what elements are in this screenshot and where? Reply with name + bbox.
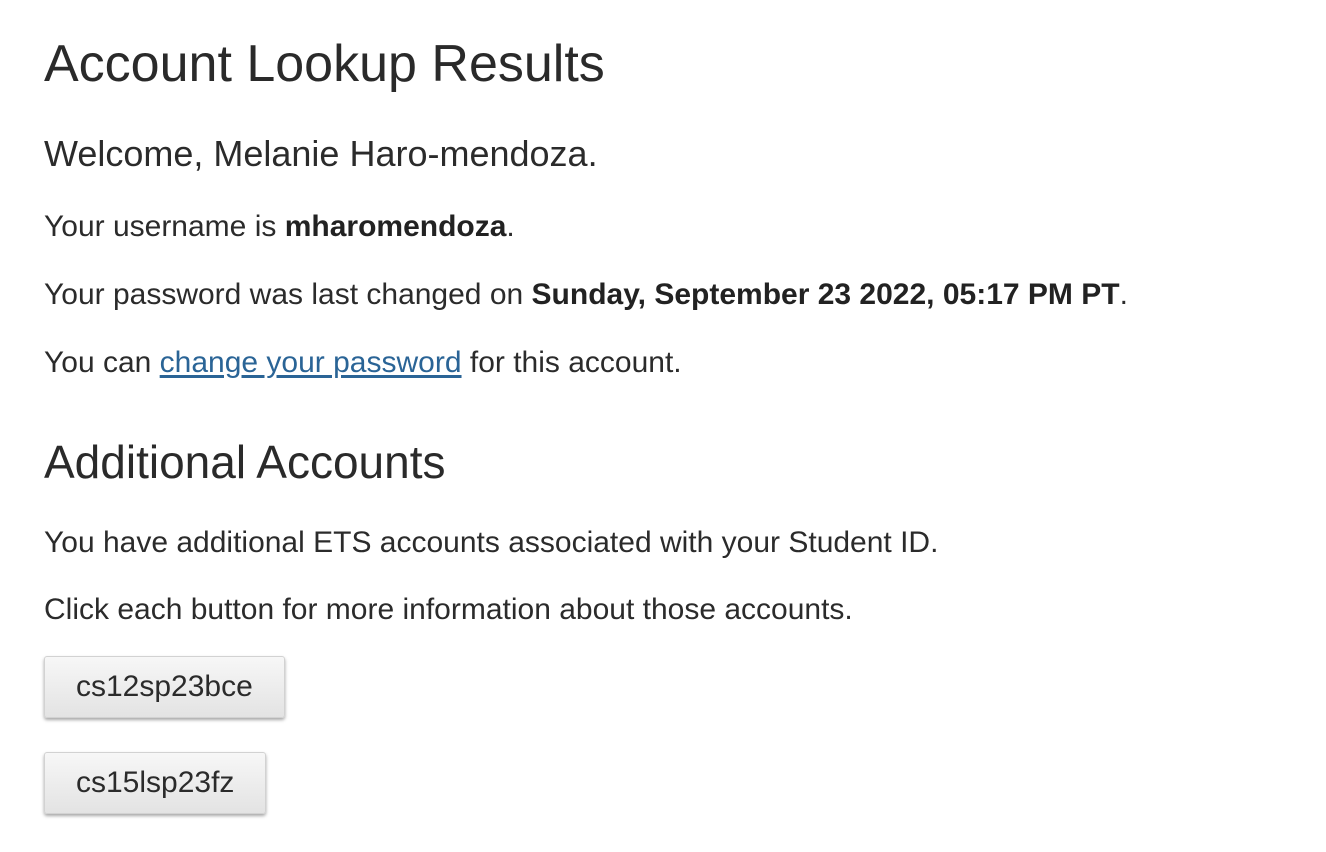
username-line: Your username is mharomendoza. bbox=[44, 208, 515, 246]
password-changed-date: Sunday, September 23 2022, 05:17 PM PT bbox=[531, 278, 1120, 311]
username-suffix: . bbox=[506, 210, 515, 243]
account-button-cs15lsp23fz[interactable]: cs15lsp23fz bbox=[44, 752, 267, 814]
additional-accounts-instructions: Click each button for more information a… bbox=[44, 593, 853, 626]
password-prefix: Your password was last changed on bbox=[44, 278, 532, 311]
change-prefix: You can bbox=[44, 346, 160, 379]
account-button-cs12sp23bce[interactable]: cs12sp23bce bbox=[44, 656, 285, 718]
page-title: Account Lookup Results bbox=[44, 35, 605, 93]
username-prefix: Your username is bbox=[44, 210, 285, 243]
change-password-link[interactable]: change your password bbox=[160, 346, 462, 379]
welcome-message: Welcome, Melanie Haro-mendoza. bbox=[44, 133, 598, 174]
password-suffix: . bbox=[1119, 278, 1128, 311]
username-value: mharomendoza bbox=[284, 210, 507, 243]
change-suffix: for this account. bbox=[461, 346, 682, 379]
additional-accounts-description: You have additional ETS accounts associa… bbox=[44, 526, 939, 559]
password-changed-line: Your password was last changed on Sunday… bbox=[44, 276, 1128, 314]
additional-accounts-heading: Additional Accounts bbox=[44, 436, 446, 488]
change-password-line: You can change your password for this ac… bbox=[44, 344, 682, 382]
